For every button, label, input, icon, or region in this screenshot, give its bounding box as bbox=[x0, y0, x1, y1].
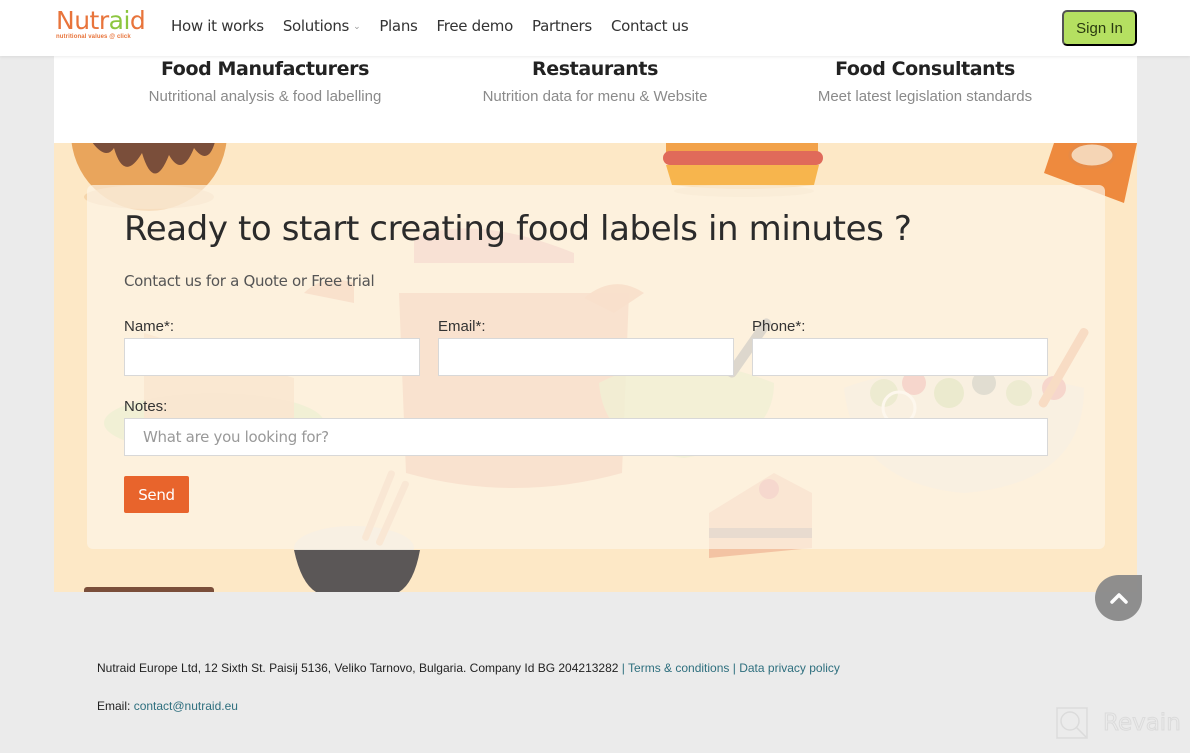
nav-contact-us[interactable]: Contact us bbox=[611, 17, 689, 35]
notes-input[interactable] bbox=[124, 418, 1048, 456]
segment-card-food-manufacturers[interactable]: Food Manufacturers Nutritional analysis … bbox=[100, 56, 430, 105]
nav-free-demo[interactable]: Free demo bbox=[437, 17, 514, 35]
phone-label: Phone*: bbox=[752, 318, 806, 335]
segment-card-food-consultants[interactable]: Food Consultants Meet latest legislation… bbox=[760, 56, 1090, 105]
segment-subtitle: Meet latest legislation standards bbox=[817, 88, 1033, 105]
segment-subtitle: Nutritional analysis & food labelling bbox=[148, 88, 382, 105]
privacy-policy-link[interactable]: Data privacy policy bbox=[739, 661, 840, 675]
segments-section: Food Manufacturers Nutritional analysis … bbox=[54, 56, 1137, 143]
contact-form-title: Ready to start creating food labels in m… bbox=[124, 209, 912, 249]
revain-text: Revain bbox=[1103, 710, 1182, 737]
contact-email-link[interactable]: contact@nutraid.eu bbox=[134, 699, 238, 713]
chevron-up-icon bbox=[1109, 593, 1128, 604]
site-header: Nutraid nutritional values @ click How i… bbox=[0, 0, 1190, 56]
footer-separator: | bbox=[732, 661, 736, 675]
revain-logo-icon bbox=[1056, 707, 1088, 739]
segment-title: Food Manufacturers bbox=[160, 58, 369, 80]
nav-how-it-works[interactable]: How it works bbox=[171, 17, 264, 35]
nav-partners[interactable]: Partners bbox=[532, 17, 592, 35]
main-nav: How it works Solutions ⌄ Plans Free demo … bbox=[171, 17, 707, 35]
sign-in-button[interactable]: Sign In bbox=[1062, 10, 1137, 46]
name-label: Name*: bbox=[124, 318, 175, 335]
nav-plans[interactable]: Plans bbox=[379, 17, 418, 35]
company-address: Nutraid Europe Ltd, 12 Sixth St. Paisij … bbox=[97, 661, 619, 675]
chevron-down-icon: ⌄ bbox=[353, 22, 361, 32]
revain-watermark: Revain bbox=[1055, 706, 1181, 740]
chocolate-bar-illustration bbox=[84, 587, 214, 592]
footer-separator: | bbox=[621, 661, 625, 675]
nav-solutions-label: Solutions bbox=[282, 17, 350, 35]
segment-subtitle: Nutrition data for menu & Website bbox=[482, 88, 708, 105]
footer-company-line: Nutraid Europe Ltd, 12 Sixth St. Paisij … bbox=[97, 661, 840, 675]
email-label: Email*: bbox=[438, 318, 486, 335]
segment-card-restaurants[interactable]: Restaurants Nutrition data for menu & We… bbox=[430, 56, 760, 105]
email-input[interactable] bbox=[438, 338, 734, 376]
email-label: Email: bbox=[97, 699, 131, 713]
contact-form-subtitle: Contact us for a Quote or Free trial bbox=[124, 272, 375, 290]
segment-title: Restaurants bbox=[532, 58, 658, 80]
nutraid-logo[interactable]: Nutraid nutritional values @ click bbox=[56, 7, 152, 47]
nav-solutions[interactable]: Solutions ⌄ bbox=[282, 17, 361, 35]
terms-link[interactable]: Terms & conditions bbox=[628, 661, 729, 675]
send-button[interactable]: Send bbox=[124, 476, 189, 513]
contact-section: Ready to start creating food labels in m… bbox=[54, 143, 1137, 592]
name-input[interactable] bbox=[124, 338, 420, 376]
scroll-to-top-button[interactable] bbox=[1095, 575, 1142, 621]
phone-input[interactable] bbox=[752, 338, 1048, 376]
notes-label: Notes: bbox=[124, 398, 168, 415]
footer-email-line: Email: contact@nutraid.eu bbox=[97, 699, 238, 713]
segment-title: Food Consultants bbox=[835, 58, 1015, 80]
logo-wordmark: Nutraid bbox=[56, 6, 146, 35]
page-content: Food Manufacturers Nutritional analysis … bbox=[54, 56, 1137, 592]
